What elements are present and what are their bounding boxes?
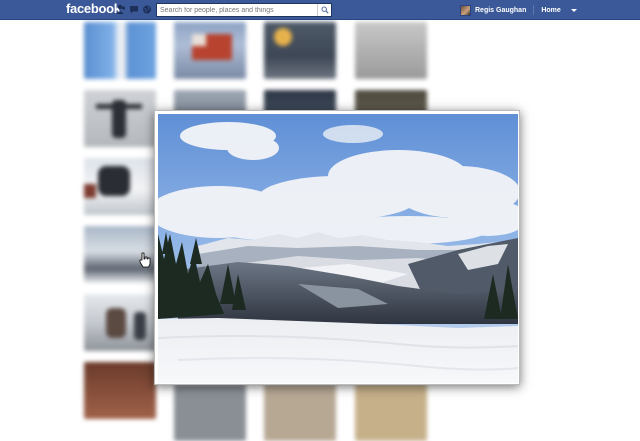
search-box (156, 3, 332, 17)
photo-thumbnail[interactable] (84, 294, 156, 351)
photo-viewer[interactable] (154, 110, 520, 385)
photo-thumbnail[interactable] (174, 384, 246, 441)
photo-thumbnail[interactable] (174, 22, 246, 79)
notification-jewels (116, 4, 152, 16)
search-icon (321, 6, 329, 14)
friends-icon[interactable] (116, 4, 126, 15)
facebook-logo[interactable]: facebook (66, 1, 121, 16)
photo-thumbnail[interactable] (84, 22, 156, 79)
profile-link[interactable]: Regis Gaughan (475, 7, 526, 14)
top-navigation-bar: facebook Regis Gaughan Home (0, 0, 640, 20)
photo-thumbnail[interactable] (264, 384, 336, 441)
home-link[interactable]: Home (541, 7, 560, 14)
nav-divider (533, 5, 535, 15)
globe-icon[interactable] (142, 4, 152, 15)
photo-thumbnail[interactable] (264, 22, 336, 79)
search-input[interactable] (157, 4, 317, 16)
chevron-down-icon[interactable] (570, 8, 577, 12)
photo-thumbnail[interactable] (84, 90, 156, 147)
photo-thumbnail[interactable] (84, 362, 156, 419)
photo-thumbnail[interactable] (355, 384, 427, 441)
avatar[interactable] (460, 4, 471, 16)
search-button[interactable] (317, 4, 331, 16)
hand-cursor-icon (139, 252, 151, 268)
photo-thumbnail[interactable] (355, 22, 427, 79)
photo-thumbnail[interactable] (84, 158, 156, 215)
messages-icon[interactable] (129, 4, 139, 15)
account-nav: Regis Gaughan Home (460, 4, 577, 16)
mountain-photo (158, 114, 518, 383)
